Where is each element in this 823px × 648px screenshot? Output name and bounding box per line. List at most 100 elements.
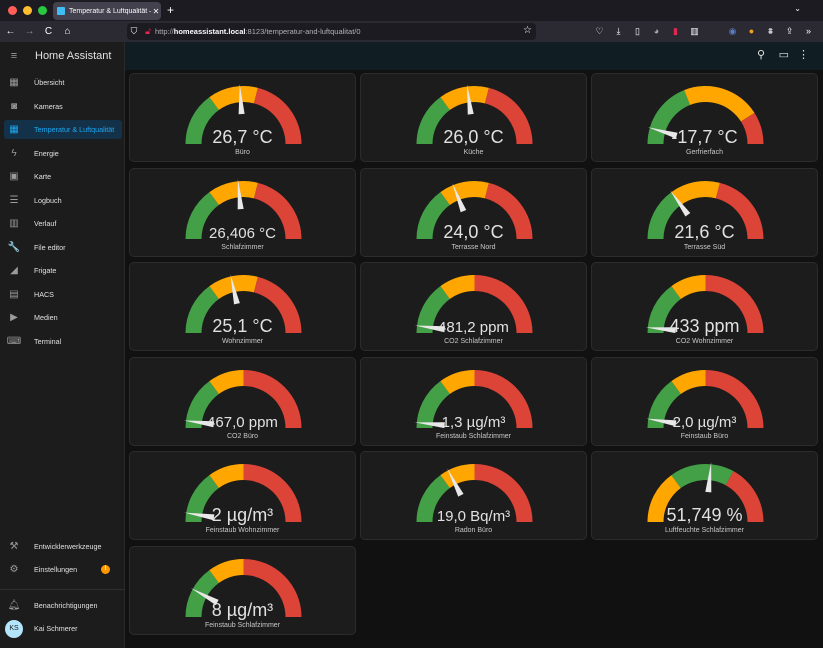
gauge-name: Feinstaub Schlafzimmer	[204, 621, 281, 629]
gauge-card[interactable]: 2 µg/m³ Feinstaub Wohnzimmer	[129, 451, 356, 540]
home-button[interactable]: ⌂	[59, 26, 76, 37]
extension-orange-icon[interactable]: ●	[744, 24, 759, 39]
sidebar-icon[interactable]: ▯	[630, 24, 645, 39]
sidebar-item-label: Logbuch	[34, 195, 62, 205]
notification-badge: !	[101, 565, 110, 574]
sidebar-item-karte[interactable]: ▣ Karte	[4, 167, 122, 186]
window-controls	[8, 6, 47, 15]
home-assistant-favicon-icon	[57, 7, 65, 15]
gauge-card[interactable]: 433 ppm CO2 Wohnzimmer	[591, 262, 818, 351]
insecure-lock-icon[interactable]: 🔓︎	[141, 26, 155, 37]
bookmark-star-icon[interactable]: ☆	[523, 25, 532, 36]
download-icon[interactable]: ⤓	[611, 24, 626, 39]
gauge-card[interactable]: 8 µg/m³ Feinstaub Schlafzimmer	[129, 545, 356, 635]
gauge-card[interactable]: 51,749 % Luftfeuchte Schlafzimmer	[591, 451, 818, 540]
search-icon[interactable]: ⚲	[757, 48, 765, 61]
close-window-button[interactable]	[8, 6, 17, 15]
share-icon[interactable]: ⇪	[782, 24, 797, 39]
shield-icon[interactable]: ⛉	[127, 26, 141, 37]
extension-grid-icon[interactable]: ▥	[687, 24, 702, 39]
sidebar-item-logbuch[interactable]: ☰ Logbuch	[4, 191, 122, 210]
sidebar-item-benachrichtigungen[interactable]: 🔔︎ Benachrichtigungen	[4, 596, 122, 615]
gauge-name: Wohnzimmer	[221, 338, 264, 345]
gauge-value: 26,0 °C	[443, 127, 504, 147]
url-text[interactable]: http://homeassistant.local:8123/temperat…	[155, 27, 361, 36]
new-tab-button[interactable]: +	[167, 3, 174, 17]
gauge-value: -17,7 °C	[671, 127, 738, 147]
gauge-segment-orange	[440, 180, 489, 205]
sidebar-item-einstellungen[interactable]: ⚙ Einstellungen !	[4, 560, 122, 579]
reload-button[interactable]: C	[40, 26, 57, 37]
gauge-card[interactable]: 26,406 °C Schlafzimmer	[129, 167, 356, 257]
sidebar-toggle-icon[interactable]: ≡	[0, 50, 28, 62]
extension-tool-icon[interactable]: ⩩	[763, 24, 778, 39]
gear-icon: ⚙	[9, 564, 19, 575]
sidebar-item-user[interactable]: KS Kai Schmerer	[4, 619, 122, 638]
sidebar-item-label: Karte	[34, 172, 52, 181]
url-bar[interactable]: ⛉ 🔓︎ http://homeassistant.local:8123/tem…	[127, 23, 536, 40]
browser-navbar: ← → C ⌂ ⛉ 🔓︎ http://homeassistant.local:…	[0, 21, 823, 42]
gauge-name: CO2 Büro	[226, 432, 259, 440]
sidebar-item-hacs[interactable]: ▤ HACS	[4, 285, 122, 304]
gauge-card[interactable]: 481,2 ppm CO2 Schlafzimmer	[360, 262, 587, 351]
dashboard: 26,7 °C Büro 26,0 °C Küche -17,7 °C Gerfrierf…	[125, 70, 823, 648]
gauge-name: CO2 Wohnzimmer	[675, 338, 734, 345]
dashboard-icon: ▦	[9, 77, 19, 88]
home-assistant-app: ≡ Home Assistant ▦ Übersicht ◙ Kameras ▦ Temp…	[0, 42, 823, 648]
sidebar-header: ≡ Home Assistant	[0, 42, 124, 70]
gauge-name: Feinstaub Büro	[680, 432, 729, 440]
gauge-card[interactable]: 21,6 °C Terrasse Süd	[591, 167, 818, 257]
tab-close-icon[interactable]: ✕	[151, 7, 161, 16]
sidebar-item-energie[interactable]: ϟ Energie	[4, 144, 122, 163]
extension-blank-icon[interactable]	[706, 24, 721, 39]
chart-icon: ▥	[9, 218, 19, 229]
gauge-card[interactable]: 26,7 °C Büro	[129, 73, 356, 162]
gauge-segment-orange	[440, 86, 489, 111]
sidebar-item-label: Benachrichtigungen	[34, 601, 98, 610]
gauge-value: 24,0 °C	[443, 221, 504, 242]
tab-title: Temperatur & Luftqualität – Hom	[69, 7, 151, 15]
sidebar-item-entwicklerwerkzeuge[interactable]: ⚒ Entwicklerwerkzeuge	[4, 537, 122, 556]
sidebar-item-verlauf[interactable]: ▥ Verlauf	[4, 214, 122, 233]
gauge-card[interactable]: 2,0 µg/m³ Feinstaub Büro	[591, 356, 818, 446]
list-icon: ☰	[9, 194, 19, 206]
gauge-card[interactable]: 1,3 µg/m³ Feinstaub Schlafzimmer	[360, 356, 587, 446]
sidebar-item-übersicht[interactable]: ▦ Übersicht	[4, 73, 122, 92]
overflow-icon[interactable]: »	[801, 24, 816, 39]
terminal-icon: ⌨	[6, 335, 22, 347]
sidebar-item-file-editor[interactable]: 🔧 File editor	[4, 238, 122, 257]
minimize-window-button[interactable]	[23, 6, 32, 15]
gauge-card[interactable]: 24,0 °C Terrasse Nord	[360, 167, 587, 257]
gauge-segment-green	[671, 464, 734, 489]
gauge-card[interactable]: 19,0 Bq/m³ Radon Büro	[360, 451, 587, 540]
maximize-window-button[interactable]	[38, 6, 47, 15]
sidebar-title: Home Assistant	[35, 50, 112, 62]
gauge-card[interactable]: -17,7 °C Gerfrierfach	[591, 73, 818, 162]
extension-blue-icon[interactable]: ◉	[725, 24, 740, 39]
sidebar-item-kameras[interactable]: ◙ Kameras	[4, 97, 122, 116]
sidebar-item-frigate[interactable]: ◢ Frigate	[4, 261, 122, 280]
forward-button[interactable]: →	[21, 26, 38, 37]
gauge-value: 19,0 Bq/m³	[436, 508, 511, 525]
sidebar-item-label: Energie	[34, 148, 59, 158]
lightning-icon: ϟ	[11, 147, 17, 159]
browser-tab[interactable]: Temperatur & Luftqualität – Hom ✕	[53, 2, 161, 20]
extension-icon[interactable]: ◕	[649, 24, 664, 39]
gauge-value: 26,406 °C	[209, 224, 276, 242]
extension-badge-icon[interactable]: ▮	[668, 24, 683, 39]
gauge-card[interactable]: 467,0 ppm CO2 Büro	[129, 356, 356, 446]
gauge-value: 2 µg/m³	[211, 505, 274, 525]
sidebar-item-terminal[interactable]: ⌨ Terminal	[4, 332, 122, 351]
back-button[interactable]: ←	[2, 26, 19, 37]
gauge-name: Büro	[235, 149, 250, 156]
camera-icon: ◙	[10, 100, 18, 112]
sidebar-item-temperatur-luftqualität[interactable]: ▦ Temperatur & Luftqualität	[4, 120, 122, 139]
sidebar-item-medien[interactable]: ▶ Medien	[4, 308, 122, 327]
more-icon[interactable]: ⋮	[798, 48, 809, 61]
pocket-icon[interactable]: ♡	[592, 24, 607, 39]
gauge-card[interactable]: 25,1 °C Wohnzimmer	[129, 262, 356, 351]
gauge-value: 26,7 °C	[212, 127, 273, 147]
list-tabs-chevron-down-icon[interactable]: ⌄	[794, 4, 801, 13]
assist-icon[interactable]: ▭	[779, 48, 789, 61]
gauge-card[interactable]: 26,0 °C Küche	[360, 73, 587, 162]
